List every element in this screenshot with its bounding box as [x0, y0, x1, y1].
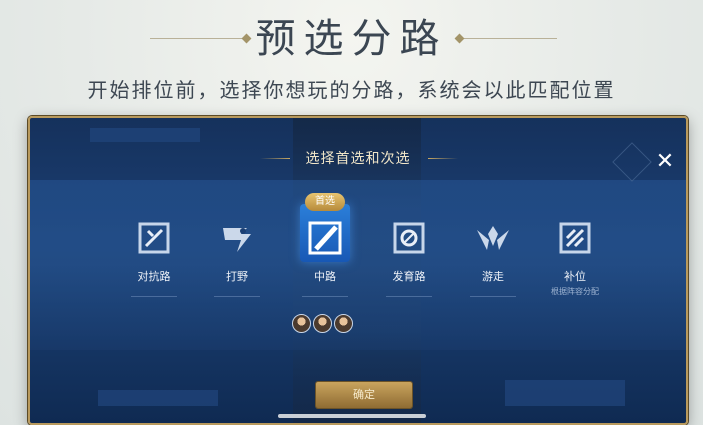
fill-icon — [555, 218, 595, 258]
role-divider — [214, 296, 260, 297]
role-label: 发育路 — [392, 270, 426, 283]
background-ghost-footer — [98, 390, 218, 406]
role-label: 中路 — [314, 270, 336, 283]
player-avatar — [292, 314, 311, 333]
role-label: 打野 — [226, 270, 248, 283]
role-option-roam[interactable]: 游走 — [448, 218, 538, 297]
role-divider — [302, 296, 348, 297]
background-ghost-bar — [90, 128, 200, 142]
role-label: 补位 — [564, 270, 586, 283]
mid-lane-icon — [305, 218, 345, 258]
close-icon[interactable]: ✕ — [654, 151, 676, 173]
background-ghost-panel — [505, 380, 625, 406]
lane-selection-modal: 选择首选和次选 ✕ 首选 对抗路 打野 中路 发育路 游走 补位 根据阵容分配 … — [28, 116, 688, 425]
clash-lane-icon — [134, 218, 174, 258]
role-label: 游走 — [482, 270, 504, 283]
role-option-clash[interactable]: 对抗路 — [109, 218, 199, 297]
page-subtitle: 开始排位前，选择你想玩的分路，系统会以此匹配位置 — [87, 78, 616, 102]
farm-lane-icon — [389, 218, 429, 258]
jungle-dragon-icon — [217, 218, 257, 258]
role-divider — [131, 296, 177, 297]
page-title: 预选分路 — [255, 16, 448, 62]
player-avatar — [334, 314, 353, 333]
roam-wings-icon — [473, 218, 513, 258]
role-option-jungle[interactable]: 打野 — [192, 218, 282, 297]
home-indicator — [278, 414, 426, 418]
confirm-button[interactable]: 确定 — [316, 382, 412, 408]
primary-badge: 首选 — [305, 193, 345, 211]
role-option-mid[interactable]: 中路 — [280, 218, 370, 297]
role-sublabel: 根据阵容分配 — [551, 287, 599, 296]
role-option-farm[interactable]: 发育路 — [364, 218, 454, 297]
role-divider — [470, 296, 516, 297]
player-avatar — [313, 314, 332, 333]
modal-title: 选择首选和次选 — [305, 151, 411, 167]
role-option-fill[interactable]: 补位 根据阵容分配 — [530, 218, 620, 297]
role-label: 对抗路 — [137, 270, 171, 283]
role-divider — [386, 296, 432, 297]
